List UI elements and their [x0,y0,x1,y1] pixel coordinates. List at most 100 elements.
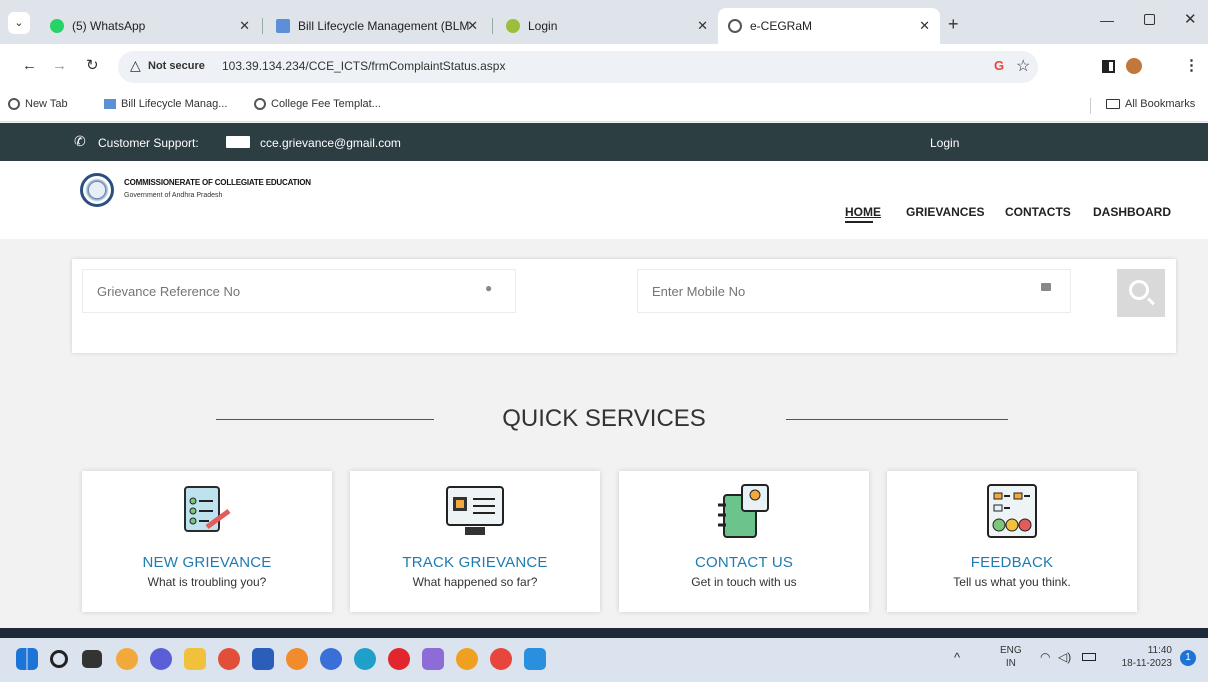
contact-book-icon [718,484,769,538]
login-link[interactable]: Login [930,136,959,150]
nav-home[interactable]: HOME [845,205,881,219]
not-secure-label: Not secure [148,60,205,72]
grievance-search-panel: ● [72,259,1176,353]
login-icon [506,19,520,33]
nav-dashboard[interactable]: DASHBOARD [1093,205,1171,219]
card-new-grievance[interactable]: NEW GRIEVANCE What is troubling you? [82,471,332,612]
bookmark-bill-lifecycle[interactable]: Bill Lifecycle Manag... [104,98,227,110]
org-logo[interactable] [80,173,114,207]
teams-icon[interactable] [150,648,172,670]
app-icon[interactable] [422,648,444,670]
site-header: COMMISSIONERATE OF COLLEGIATE EDUCATION … [0,161,1208,239]
nav-grievances[interactable]: GRIEVANCES [906,205,984,219]
file-explorer-icon[interactable] [184,648,206,670]
lock-icon [1041,283,1051,291]
bookmark-new-tab[interactable]: New Tab [8,98,68,110]
window-close-icon[interactable]: ✕ [1184,10,1197,28]
sidepanel-icon[interactable] [1102,60,1115,73]
wifi-icon[interactable]: ◠ [1040,650,1050,664]
bookmarks-divider [1090,98,1091,114]
profile-icon[interactable] [1126,58,1142,74]
new-tab-button[interactable]: + [948,14,959,35]
tab-divider [262,18,263,34]
customer-support-label: Customer Support: [98,136,199,150]
browser-tab-strip: ⌄ (5) WhatsApp ✕ Bill Lifecycle Manageme… [0,0,1208,44]
all-bookmarks-button[interactable]: All Bookmarks [1106,98,1195,110]
tab-title: e-CEGRaM [750,19,813,33]
tab-divider [492,18,493,34]
warning-icon: △ [130,57,141,73]
menu-icon[interactable]: ⋮ [1184,56,1199,74]
app-icon[interactable] [456,648,478,670]
tab-ecegram[interactable]: e-CEGRaM ✕ [718,8,940,44]
reload-icon[interactable]: ↻ [86,56,99,74]
address-bar[interactable]: △ Not secure 103.39.134.234/CCE_ICTS/frm… [118,51,1038,83]
notification-badge[interactable]: 1 [1180,650,1196,666]
close-icon[interactable]: ✕ [239,18,250,34]
card-subtitle: Get in touch with us [691,575,797,589]
forward-icon[interactable]: → [52,57,67,74]
bookmark-label: Bill Lifecycle Manag... [121,98,228,110]
tab-bill-lifecycle[interactable]: Bill Lifecycle Management (BLM ✕ [266,8,488,44]
card-contact-us[interactable]: CONTACT US Get in touch with us [619,471,869,612]
mobile-number-input[interactable] [637,269,1071,313]
close-icon[interactable]: ✕ [697,18,708,34]
app-icon[interactable] [320,648,342,670]
clock[interactable]: 11:40 18-11-2023 [1116,644,1172,670]
support-email-link[interactable]: cce.grievance@gmail.com [260,136,401,150]
search-icon-handle [1147,297,1155,306]
chart-icon [276,19,290,33]
opera-icon[interactable] [388,648,410,670]
tab-search-button[interactable]: ⌄ [8,12,30,34]
date-label: 18-11-2023 [1121,658,1172,669]
checklist-icon [184,486,231,532]
card-subtitle: What is troubling you? [147,575,267,589]
globe-icon [728,19,742,33]
tab-whatsapp[interactable]: (5) WhatsApp ✕ [40,8,260,44]
chrome-active-icon[interactable] [490,648,512,670]
word-icon[interactable] [252,648,274,670]
bookmark-college-fee[interactable]: College Fee Templat... [254,98,381,110]
search-button[interactable] [1117,269,1165,317]
search-icon[interactable] [50,650,68,668]
close-icon[interactable]: ✕ [467,18,478,34]
heading-line-right [786,419,1008,420]
phone-icon: ✆ [74,133,86,149]
site-top-bar: ✆ Customer Support: cce.grievance@gmail.… [0,123,1208,161]
close-icon[interactable]: ✕ [919,18,930,34]
user-icon: ● [485,281,493,295]
google-icon[interactable]: G [994,58,1004,73]
tab-title: (5) WhatsApp [72,19,146,33]
edge-icon[interactable] [354,648,376,670]
task-view-icon[interactable] [82,650,102,668]
language-indicator[interactable]: ENG IN [1000,644,1022,670]
tray-chevron-icon[interactable]: ^ [954,650,960,665]
nav-contacts[interactable]: CONTACTS [1005,205,1071,219]
firefox-icon[interactable] [286,648,308,670]
start-icon[interactable] [16,648,38,670]
card-subtitle: What happened so far? [412,575,538,589]
back-icon[interactable]: ← [22,57,37,74]
footer-strip [0,628,1208,638]
bookmark-label: New Tab [25,98,68,110]
widgets-icon[interactable] [116,648,138,670]
card-subtitle: Tell us what you think. [953,575,1071,589]
star-icon[interactable]: ☆ [1016,56,1030,76]
mail-icon [226,136,250,148]
nav-label: CONTACTS [1005,205,1071,219]
card-track-grievance[interactable]: TRACK GRIEVANCE What happened so far? [350,471,600,612]
card-feedback[interactable]: FEEDBACK Tell us what you think. [887,471,1137,612]
region-label: IN [1005,658,1016,669]
volume-icon[interactable]: ◁) [1058,650,1071,664]
grievance-reference-input[interactable] [82,269,516,313]
nav-label: HOME [845,205,881,219]
battery-icon[interactable] [1082,653,1096,661]
photos-icon[interactable] [524,648,546,670]
chrome-icon[interactable] [218,648,240,670]
bookmarks-bar: New Tab Bill Lifecycle Manag... College … [0,90,1208,122]
restore-icon[interactable] [1144,14,1155,25]
card-title: FEEDBACK [970,554,1054,571]
minimize-icon[interactable]: — [1100,12,1114,28]
tab-login[interactable]: Login ✕ [496,8,718,44]
card-title: NEW GRIEVANCE [142,554,272,571]
